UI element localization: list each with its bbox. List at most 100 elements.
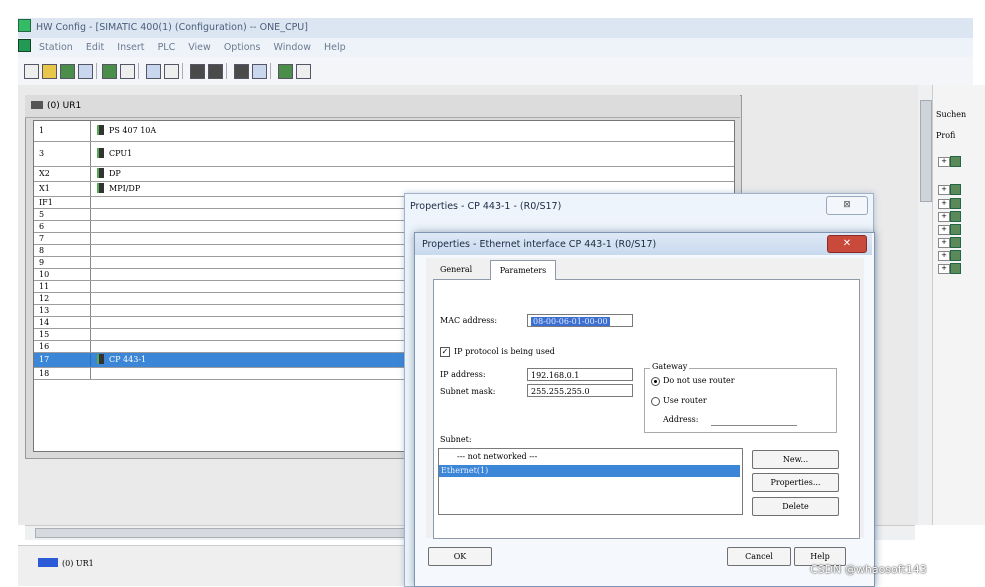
- router-address-field[interactable]: [711, 412, 797, 426]
- ok-button[interactable]: OK: [428, 547, 492, 566]
- tree-expander[interactable]: +: [938, 212, 950, 222]
- accessible-nodes-icon[interactable]: [60, 64, 75, 79]
- menu-view[interactable]: View: [188, 42, 211, 53]
- new-subnet-button[interactable]: New...: [752, 450, 839, 469]
- rack-slot-number: 16: [34, 341, 91, 352]
- toolbar-separator: [182, 63, 183, 79]
- rack-slot-number: 7: [34, 233, 91, 244]
- rack-row[interactable]: 3 CPU1: [34, 142, 734, 167]
- tree-expander[interactable]: +: [938, 199, 950, 209]
- menu-help[interactable]: Help: [324, 42, 346, 53]
- menu-insert[interactable]: Insert: [117, 42, 144, 53]
- ip-address-label: IP address:: [440, 370, 486, 379]
- subnet-mask-label: Subnet mask:: [440, 387, 496, 396]
- rack-module-label: DP: [109, 169, 121, 178]
- diagnostics-icon[interactable]: [278, 64, 293, 79]
- rack-slot-number: 10: [34, 269, 91, 280]
- toolbar-separator: [270, 63, 271, 79]
- rack-nav-icon[interactable]: [38, 558, 58, 567]
- subnet-mask-field[interactable]: 255.255.255.0: [527, 384, 633, 397]
- context-help-icon[interactable]: [296, 64, 311, 79]
- delete-subnet-button[interactable]: Delete: [752, 497, 839, 516]
- tree-expander[interactable]: +: [938, 264, 950, 274]
- save-icon[interactable]: [78, 64, 93, 79]
- catalog-icon[interactable]: [234, 64, 249, 79]
- mac-address-field[interactable]: 08-00-06-01-00-00: [527, 314, 633, 327]
- ip-address-field[interactable]: 192.168.0.1: [527, 368, 633, 381]
- mac-address-value: 08-00-06-01-00-00: [531, 317, 610, 326]
- subnet-properties-button[interactable]: Properties...: [752, 473, 839, 492]
- close-icon[interactable]: ✕: [827, 235, 867, 253]
- gateway-legend: Gateway: [650, 362, 690, 371]
- menu-plc[interactable]: PLC: [158, 42, 176, 53]
- print-icon[interactable]: [120, 64, 135, 79]
- rack-slot-number: 14: [34, 317, 91, 328]
- rack-module-label: CPU1: [109, 149, 133, 158]
- module-icon: [97, 183, 104, 193]
- tree-expander[interactable]: +: [938, 185, 950, 195]
- module-icon: [950, 224, 961, 235]
- use-router-radio[interactable]: [651, 397, 660, 406]
- save-compile-icon[interactable]: [102, 64, 117, 79]
- toolbar-separator: [226, 63, 227, 79]
- tab-parameters[interactable]: Parameters: [490, 260, 556, 280]
- rack-slot-number: 9: [34, 257, 91, 268]
- close-icon[interactable]: ⊠: [826, 196, 868, 215]
- module-icon: [97, 354, 104, 364]
- catalog-profile-label[interactable]: Profi: [936, 131, 955, 140]
- rack-row[interactable]: 1 PS 407 10A: [34, 121, 734, 142]
- tree-expander[interactable]: +: [938, 251, 950, 261]
- rack-slot-number: 11: [34, 281, 91, 292]
- subnet-item-ethernet[interactable]: Ethernet(1): [439, 465, 740, 477]
- copy-icon[interactable]: [146, 64, 161, 79]
- module-icon: [950, 198, 961, 209]
- subnet-item-not-networked[interactable]: --- not networked ---: [439, 451, 740, 463]
- rack-slot-number: 8: [34, 245, 91, 256]
- rack-module[interactable]: CPU1: [97, 142, 132, 166]
- station-window-title[interactable]: (0) UR1: [25, 95, 740, 118]
- no-router-radio[interactable]: [651, 377, 660, 386]
- ip-protocol-checkbox[interactable]: ✓: [440, 347, 450, 357]
- tree-expander[interactable]: +: [938, 157, 950, 167]
- tree-expander[interactable]: +: [938, 225, 950, 235]
- watermark: CSDN @whaosoft143: [810, 563, 927, 576]
- upload-icon[interactable]: [208, 64, 223, 79]
- rack-module[interactable]: DP: [97, 167, 121, 181]
- module-icon: [950, 263, 961, 274]
- rack-slot-number: 6: [34, 221, 91, 232]
- rack-slot-number: 3: [34, 142, 91, 166]
- document-menu-icon[interactable]: [18, 39, 31, 52]
- profibus-icon: [950, 156, 961, 167]
- menu-edit[interactable]: Edit: [86, 42, 104, 53]
- download-icon[interactable]: [190, 64, 205, 79]
- rack-module[interactable]: CP 443-1: [97, 353, 146, 367]
- catalog-search-label[interactable]: Suchen: [936, 110, 966, 119]
- station-title-text: (0) UR1: [47, 101, 82, 111]
- rack-slot-number: 1: [34, 121, 91, 141]
- paste-icon[interactable]: [164, 64, 179, 79]
- detail-pane-label: (0) UR1: [38, 558, 94, 568]
- rack-module[interactable]: MPI/DP: [97, 182, 140, 196]
- tree-expander[interactable]: +: [938, 238, 950, 248]
- open-icon[interactable]: [42, 64, 57, 79]
- profibus-icon: [950, 184, 961, 195]
- rack-slot-number: X2: [34, 167, 91, 181]
- module-icon: [950, 237, 961, 248]
- use-router-label: Use router: [663, 396, 707, 405]
- new-icon[interactable]: [24, 64, 39, 79]
- mac-address-label: MAC address:: [440, 316, 498, 325]
- rack-row[interactable]: X2 DP: [34, 167, 734, 182]
- rack-module[interactable]: PS 407 10A: [97, 121, 156, 141]
- rack-slot-number: 15: [34, 329, 91, 340]
- rack-slot-number: 18: [34, 368, 91, 379]
- cancel-button[interactable]: Cancel: [727, 547, 791, 566]
- rack-catalog-icon: [950, 250, 961, 261]
- network-config-icon[interactable]: [252, 64, 267, 79]
- menu-station[interactable]: Station: [39, 42, 73, 53]
- router-address-label: Address:: [663, 415, 699, 424]
- vertical-scroll-thumb[interactable]: [920, 100, 932, 202]
- tab-general[interactable]: General: [440, 265, 472, 274]
- window-title: HW Config - [SIMATIC 400(1) (Configurati…: [36, 22, 308, 33]
- menu-window[interactable]: Window: [274, 42, 311, 53]
- menu-options[interactable]: Options: [224, 42, 261, 53]
